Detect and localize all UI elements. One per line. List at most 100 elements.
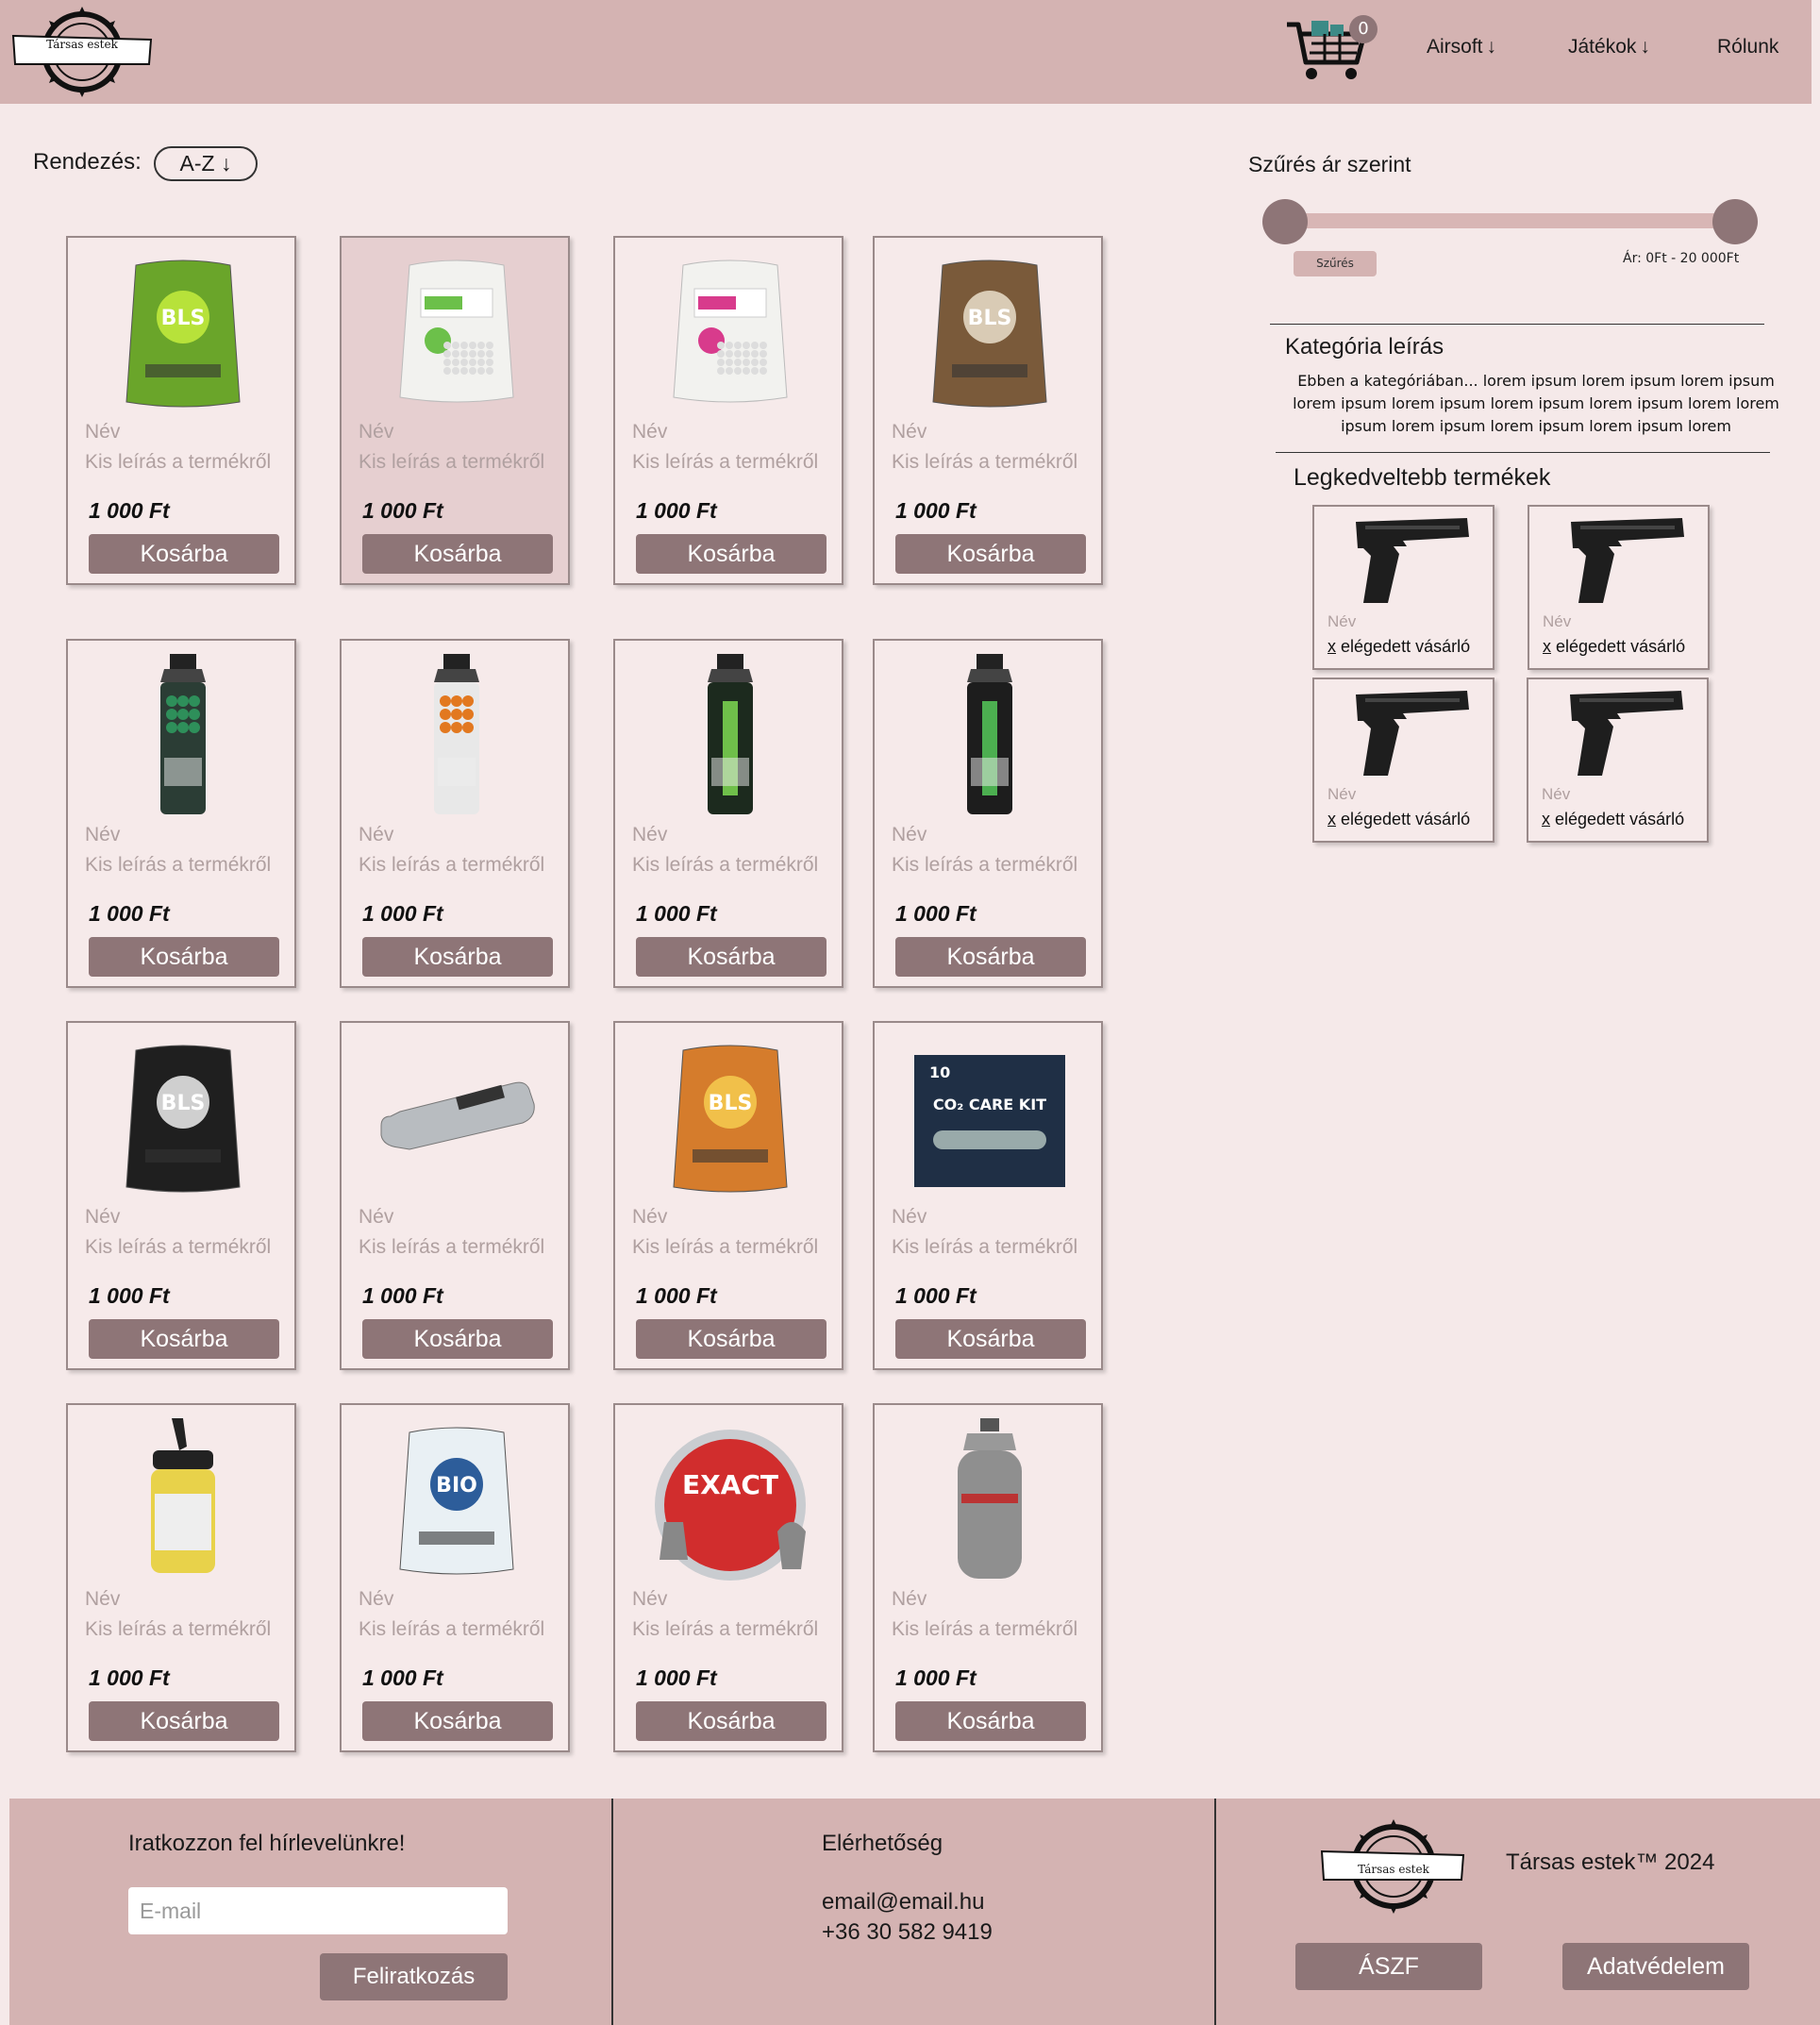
product-description: Kis leírás a termékről (892, 854, 1078, 876)
add-to-cart-button[interactable]: Kosárba (895, 1701, 1086, 1741)
product-card[interactable]: Név Kis leírás a termékről 1 000 Ft Kosá… (340, 1021, 570, 1370)
add-to-cart-button[interactable]: Kosárba (89, 937, 279, 977)
pistol-icon (1346, 685, 1473, 781)
product-card[interactable]: Név Kis leírás a termékről 1 000 Ft Kosá… (66, 1403, 296, 1752)
pistol-icon (1346, 512, 1473, 609)
bbs-bottle-icon[interactable] (89, 1418, 277, 1583)
product-card[interactable]: BLS Név Kis leírás a termékről 1 000 Ft … (613, 1021, 843, 1370)
satisfied-buyers: x elégedett vásárló (1543, 637, 1685, 657)
contact-email[interactable]: email@email.hu (822, 1889, 984, 1916)
product-card[interactable]: EXACT Név Kis leírás a termékről 1 000 F… (613, 1403, 843, 1752)
gas-can-protechgas-icon[interactable] (636, 654, 825, 819)
add-to-cart-button[interactable]: Kosárba (362, 1701, 553, 1741)
product-description: Kis leírás a termékről (632, 1236, 819, 1258)
gas-can-green-icon[interactable] (89, 654, 277, 819)
nav-airsoft[interactable]: Airsoft ↓ (1427, 36, 1496, 59)
price-slider-min-handle[interactable] (1262, 199, 1308, 244)
add-to-cart-button[interactable]: Kosárba (89, 534, 279, 574)
popular-product-card[interactable]: Név x elégedett vásárló (1527, 678, 1709, 843)
buyers-label: elégedett vásárló (1336, 810, 1471, 828)
product-card[interactable]: Név Kis leírás a termékről 1 000 Ft Kosá… (340, 236, 570, 585)
buyers-count: x (1543, 637, 1551, 656)
newsletter-email-input[interactable] (128, 1887, 508, 1934)
product-name: Név (359, 1588, 394, 1610)
product-card[interactable]: Név Kis leírás a termékről 1 000 Ft Kosá… (613, 236, 843, 585)
buyers-count: x (1327, 810, 1336, 828)
bbs-bag-orange-icon[interactable]: BLS (636, 1036, 825, 1201)
category-title: Kategória leírás (1285, 334, 1444, 360)
add-to-cart-button[interactable]: Kosárba (89, 1319, 279, 1359)
add-to-cart-button[interactable]: Kosárba (636, 937, 827, 977)
nav-rolunk[interactable]: Rólunk (1717, 36, 1778, 59)
product-card[interactable]: Név Kis leírás a termékről 1 000 Ft Kosá… (66, 639, 296, 988)
product-name: Név (632, 824, 668, 845)
product-card[interactable]: BLS Név Kis leírás a termékről 1 000 Ft … (873, 236, 1103, 585)
product-description: Kis leírás a termékről (632, 451, 819, 473)
nav-jatekok[interactable]: Játékok ↓ (1568, 36, 1650, 59)
terms-button[interactable]: ÁSZF (1295, 1943, 1482, 1990)
popular-product-name: Név (1327, 612, 1357, 630)
filter-button[interactable]: Szűrés (1294, 251, 1377, 276)
add-to-cart-button[interactable]: Kosárba (895, 534, 1086, 574)
product-card[interactable]: BIO Név Kis leírás a termékről 1 000 Ft … (340, 1403, 570, 1752)
bbs-bag-green-icon[interactable]: BLS (89, 251, 277, 416)
product-price: 1 000 Ft (895, 498, 977, 523)
site-logo[interactable]: Társas estek (11, 2, 153, 102)
bbs-bag-white-green-icon[interactable] (362, 251, 551, 416)
bbs-bag-white-pink-icon[interactable] (636, 251, 825, 416)
logo-text: Társas estek (46, 38, 118, 51)
buyers-count: x (1542, 810, 1550, 828)
add-to-cart-button[interactable]: Kosárba (895, 937, 1086, 977)
gas-can-black-icon[interactable] (895, 654, 1084, 819)
contact-phone[interactable]: +36 30 582 9419 (822, 1919, 993, 1946)
product-card[interactable]: BLS Név Kis leírás a termékről 1 000 Ft … (66, 1021, 296, 1370)
add-to-cart-button[interactable]: Kosárba (636, 1701, 827, 1741)
gas-can-orange-icon[interactable] (362, 654, 551, 819)
product-description: Kis leírás a termékről (359, 1236, 545, 1258)
sort-dropdown[interactable]: A-Z ↓ (154, 146, 258, 181)
product-description: Kis leírás a termékről (632, 854, 819, 876)
product-card[interactable]: Név Kis leírás a termékről 1 000 Ft Kosá… (613, 639, 843, 988)
popular-product-card[interactable]: Név x elégedett vásárló (1312, 505, 1494, 670)
footer-logo: Társas estek (1318, 1814, 1469, 1917)
product-card[interactable]: CO₂ CARE KIT 10 Név Kis leírás a termékr… (873, 1021, 1103, 1370)
copyright-text: Társas estek™ 2024 (1506, 1849, 1715, 1875)
site-header: Társas estek 0 Airsoft ↓ Játékok ↓ Rólunk (0, 0, 1812, 104)
gas-cylinder-icon[interactable] (895, 1418, 1084, 1583)
subscribe-button[interactable]: Feliratkozás (320, 1953, 508, 2000)
price-slider-track[interactable] (1283, 213, 1736, 228)
product-price: 1 000 Ft (362, 498, 443, 523)
add-to-cart-button[interactable]: Kosárba (362, 937, 553, 977)
product-card[interactable]: BLS Név Kis leírás a termékről 1 000 Ft … (66, 236, 296, 585)
popular-product-card[interactable]: Név x elégedett vásárló (1312, 678, 1494, 843)
add-to-cart-button[interactable]: Kosárba (636, 1319, 827, 1359)
satisfied-buyers: x elégedett vásárló (1327, 637, 1470, 657)
bbs-bag-brown-icon[interactable]: BLS (895, 251, 1084, 416)
price-slider-max-handle[interactable] (1712, 199, 1758, 244)
product-price: 1 000 Ft (636, 498, 717, 523)
category-description: Ebben a kategóriában... lorem ipsum lore… (1293, 372, 1779, 435)
bbs-bag-bio-icon[interactable]: BIO (362, 1418, 551, 1583)
add-to-cart-button[interactable]: Kosárba (895, 1319, 1086, 1359)
add-to-cart-button[interactable]: Kosárba (636, 534, 827, 574)
add-to-cart-button[interactable]: Kosárba (89, 1701, 279, 1741)
divider (1276, 452, 1770, 453)
pellet-tin-icon[interactable]: EXACT (636, 1418, 825, 1583)
co2-care-kit-icon[interactable]: CO₂ CARE KIT 10 (895, 1036, 1084, 1201)
product-price: 1 000 Ft (89, 1283, 170, 1308)
product-name: Név (359, 1206, 394, 1228)
privacy-button[interactable]: Adatvédelem (1562, 1943, 1749, 1990)
add-to-cart-button[interactable]: Kosárba (362, 1319, 553, 1359)
popular-product-card[interactable]: Név x elégedett vásárló (1528, 505, 1710, 670)
add-to-cart-button[interactable]: Kosárba (362, 534, 553, 574)
footer-logo-text: Társas estek (1358, 1863, 1429, 1876)
product-price: 1 000 Ft (636, 1665, 717, 1690)
product-card[interactable]: Név Kis leírás a termékről 1 000 Ft Kosá… (340, 639, 570, 988)
product-card[interactable]: Név Kis leírás a termékről 1 000 Ft Kosá… (873, 1403, 1103, 1752)
product-card[interactable]: Név Kis leírás a termékről 1 000 Ft Kosá… (873, 639, 1103, 988)
bbs-bag-black-icon[interactable]: BLS (89, 1036, 277, 1201)
footer-divider (611, 1799, 613, 2025)
product-price: 1 000 Ft (362, 901, 443, 926)
product-description: Kis leírás a termékről (85, 451, 272, 473)
co2-capsule-icon[interactable] (362, 1036, 551, 1201)
